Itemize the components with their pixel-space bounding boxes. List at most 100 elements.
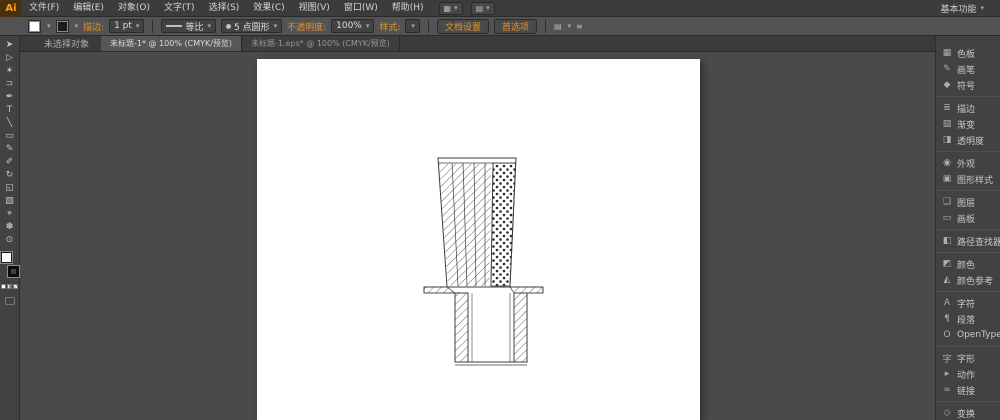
menu-window[interactable]: 窗口(W) (337, 0, 385, 17)
direct-selection-tool-icon: ▷ (6, 53, 13, 63)
rectangle-tool[interactable]: ▭ (0, 130, 20, 143)
chevron-down-icon: ▾ (567, 22, 572, 30)
document-tab-untitled1[interactable]: 未标题-1* @ 100% (CMYK/预览) (101, 36, 243, 51)
brush-definition-dropdown[interactable]: 5 点圆形 ▾ (220, 19, 283, 33)
panel-color-guide[interactable]: ◭ 颜色参考 (936, 272, 1000, 288)
panel-artboards[interactable]: ▭ 画板 (936, 210, 1000, 226)
fill-proxy-swatch[interactable] (0, 252, 12, 263)
paragraph-icon: ¶ (944, 314, 950, 324)
stroke-label[interactable]: 描边: (83, 20, 104, 33)
style-dropdown[interactable]: ▾ (405, 19, 420, 33)
panel-label: 图形样式 (957, 175, 994, 186)
hand-tool[interactable]: ✽ (0, 221, 20, 234)
chevron-down-icon: ▾ (454, 4, 458, 12)
profile-line-icon (166, 25, 183, 27)
panel-glyphs[interactable]: 字 字形 (936, 350, 1000, 366)
width-profile-dropdown[interactable]: 等比 ▾ (161, 19, 216, 33)
arrange-documents-button[interactable]: ▦ ▾ (438, 1, 463, 15)
divider (936, 151, 1000, 152)
panel-stroke[interactable]: ≣ 描边 (936, 100, 1000, 116)
lasso-tool[interactable]: ⊃ (0, 78, 20, 91)
character-icon: A (943, 298, 951, 308)
panel-transparency[interactable]: ◨ 透明度 (936, 132, 1000, 148)
pencil-tool[interactable]: ✐ (0, 156, 20, 169)
eyedropper-tool[interactable]: ⌖ (0, 208, 20, 221)
panel-swatches[interactable]: ▦ 色板 (936, 45, 1000, 61)
fill-stroke-widget[interactable] (0, 252, 19, 277)
menu-view[interactable]: 视图(V) (292, 0, 337, 17)
screen-mode-toggle-icon[interactable] (4, 297, 15, 305)
stroke-color-swatch[interactable] (55, 19, 69, 33)
selection-tool[interactable]: ➤ (0, 39, 20, 52)
type-tool[interactable]: T (0, 104, 20, 117)
align-icon[interactable]: ▤ (554, 22, 562, 31)
menu-effect[interactable]: 效果(C) (246, 0, 291, 17)
panel-character[interactable]: A 字符 (936, 295, 1000, 311)
menu-help[interactable]: 帮助(H) (385, 0, 431, 17)
stroke-width-dropdown[interactable]: 1 pt ▾ (109, 19, 145, 33)
panel-paragraph[interactable]: ¶ 段落 (936, 311, 1000, 327)
direct-selection-tool[interactable]: ▷ (0, 52, 20, 65)
stroke-proxy-swatch[interactable] (7, 266, 19, 277)
menu-object[interactable]: 对象(O) (111, 0, 157, 17)
brush-name: 5 点圆形 (233, 22, 270, 33)
none-mode-icon[interactable] (13, 284, 18, 289)
separator (427, 19, 429, 33)
rotate-tool[interactable]: ↻ (0, 169, 20, 182)
gradient-mode-icon[interactable] (7, 284, 12, 289)
menu-bar: Ai 文件(F) 编辑(E) 对象(O) 文字(T) 选择(S) 效果(C) 视… (0, 0, 1000, 17)
document-tab-bar: 未选择对象 未标题-1* @ 100% (CMYK/预览) 未标题-1.eps*… (20, 36, 935, 52)
panel-layers[interactable]: ❏ 图层 (936, 194, 1000, 210)
swatches-icon: ▦ (942, 48, 952, 58)
pencil-tool-icon: ✐ (5, 157, 14, 167)
fill-color-swatch[interactable] (28, 19, 41, 33)
panel-graphic-styles[interactable]: ▣ 图形样式 (936, 171, 1000, 187)
panel-color[interactable]: ◩ 颜色 (936, 256, 1000, 272)
panel-label: 链接 (957, 386, 976, 397)
chevron-down-icon: ▾ (273, 22, 278, 30)
panel-links[interactable]: ∞ 链接 (936, 382, 1000, 398)
line-segment-tool[interactable]: ╲ (0, 117, 20, 130)
scale-tool[interactable]: ◱ (0, 182, 20, 195)
screen-mode-button[interactable]: ▤ ▾ (470, 1, 495, 15)
gradient-tool[interactable]: ▧ (0, 195, 20, 208)
document-tab-untitled1-eps[interactable]: 未标题-1.eps* @ 100% (CMYK/预览) (242, 36, 400, 51)
canvas-area[interactable] (20, 52, 935, 420)
menu-file[interactable]: 文件(F) (22, 0, 66, 17)
menu-edit[interactable]: 编辑(E) (66, 0, 111, 17)
panel-brushes[interactable]: ✎ 画笔 (936, 61, 1000, 77)
color-mode-buttons (1, 284, 18, 289)
actions-icon: ▸ (944, 369, 950, 379)
panel-label: 符号 (957, 81, 976, 92)
panel-actions[interactable]: ▸ 动作 (936, 366, 1000, 382)
color-mode-icon[interactable] (1, 284, 6, 289)
panel-gradient[interactable]: ▧ 渐变 (936, 116, 1000, 132)
color-icon: ◩ (942, 259, 952, 269)
document-setup-button[interactable]: 文档设置 (436, 18, 489, 34)
hand-tool-icon: ✽ (5, 222, 14, 232)
paintbrush-tool[interactable]: ✎ (0, 143, 20, 156)
magic-wand-tool[interactable]: ✶ (0, 65, 20, 78)
opacity-label[interactable]: 不透明度: (287, 20, 326, 33)
control-menu-icon[interactable]: ≡ (576, 22, 583, 31)
panel-pathfinder[interactable]: ◧ 路径查找器 (936, 233, 1000, 249)
panel-appearance[interactable]: ◉ 外观 (936, 155, 1000, 171)
menu-type[interactable]: 文字(T) (157, 0, 202, 17)
opacity-dropdown[interactable]: 100% ▾ (331, 19, 375, 33)
screen-mode-icon: ▤ (475, 3, 484, 13)
chevron-down-icon: ▾ (486, 4, 490, 12)
rectangle-tool-icon: ▭ (5, 131, 14, 141)
panel-transform[interactable]: ◇ 变换 (936, 405, 1000, 420)
pen-tool[interactable]: ✒ (0, 91, 20, 104)
chevron-down-icon: ▾ (411, 22, 415, 30)
appearance-icon: ◉ (943, 158, 951, 168)
selection-tool-icon: ➤ (5, 40, 14, 50)
zoom-tool[interactable]: ⊙ (0, 234, 20, 247)
preferences-button[interactable]: 首选项 (493, 18, 537, 34)
panel-symbols[interactable]: ◆ 符号 (936, 77, 1000, 93)
workspace-switcher[interactable]: 基本功能 ▾ (940, 2, 984, 15)
menu-select[interactable]: 选择(S) (202, 0, 247, 17)
panel-opentype[interactable]: O OpenType (936, 327, 1000, 343)
style-label[interactable]: 样式: (379, 20, 400, 33)
panel-label: 画笔 (957, 65, 976, 76)
